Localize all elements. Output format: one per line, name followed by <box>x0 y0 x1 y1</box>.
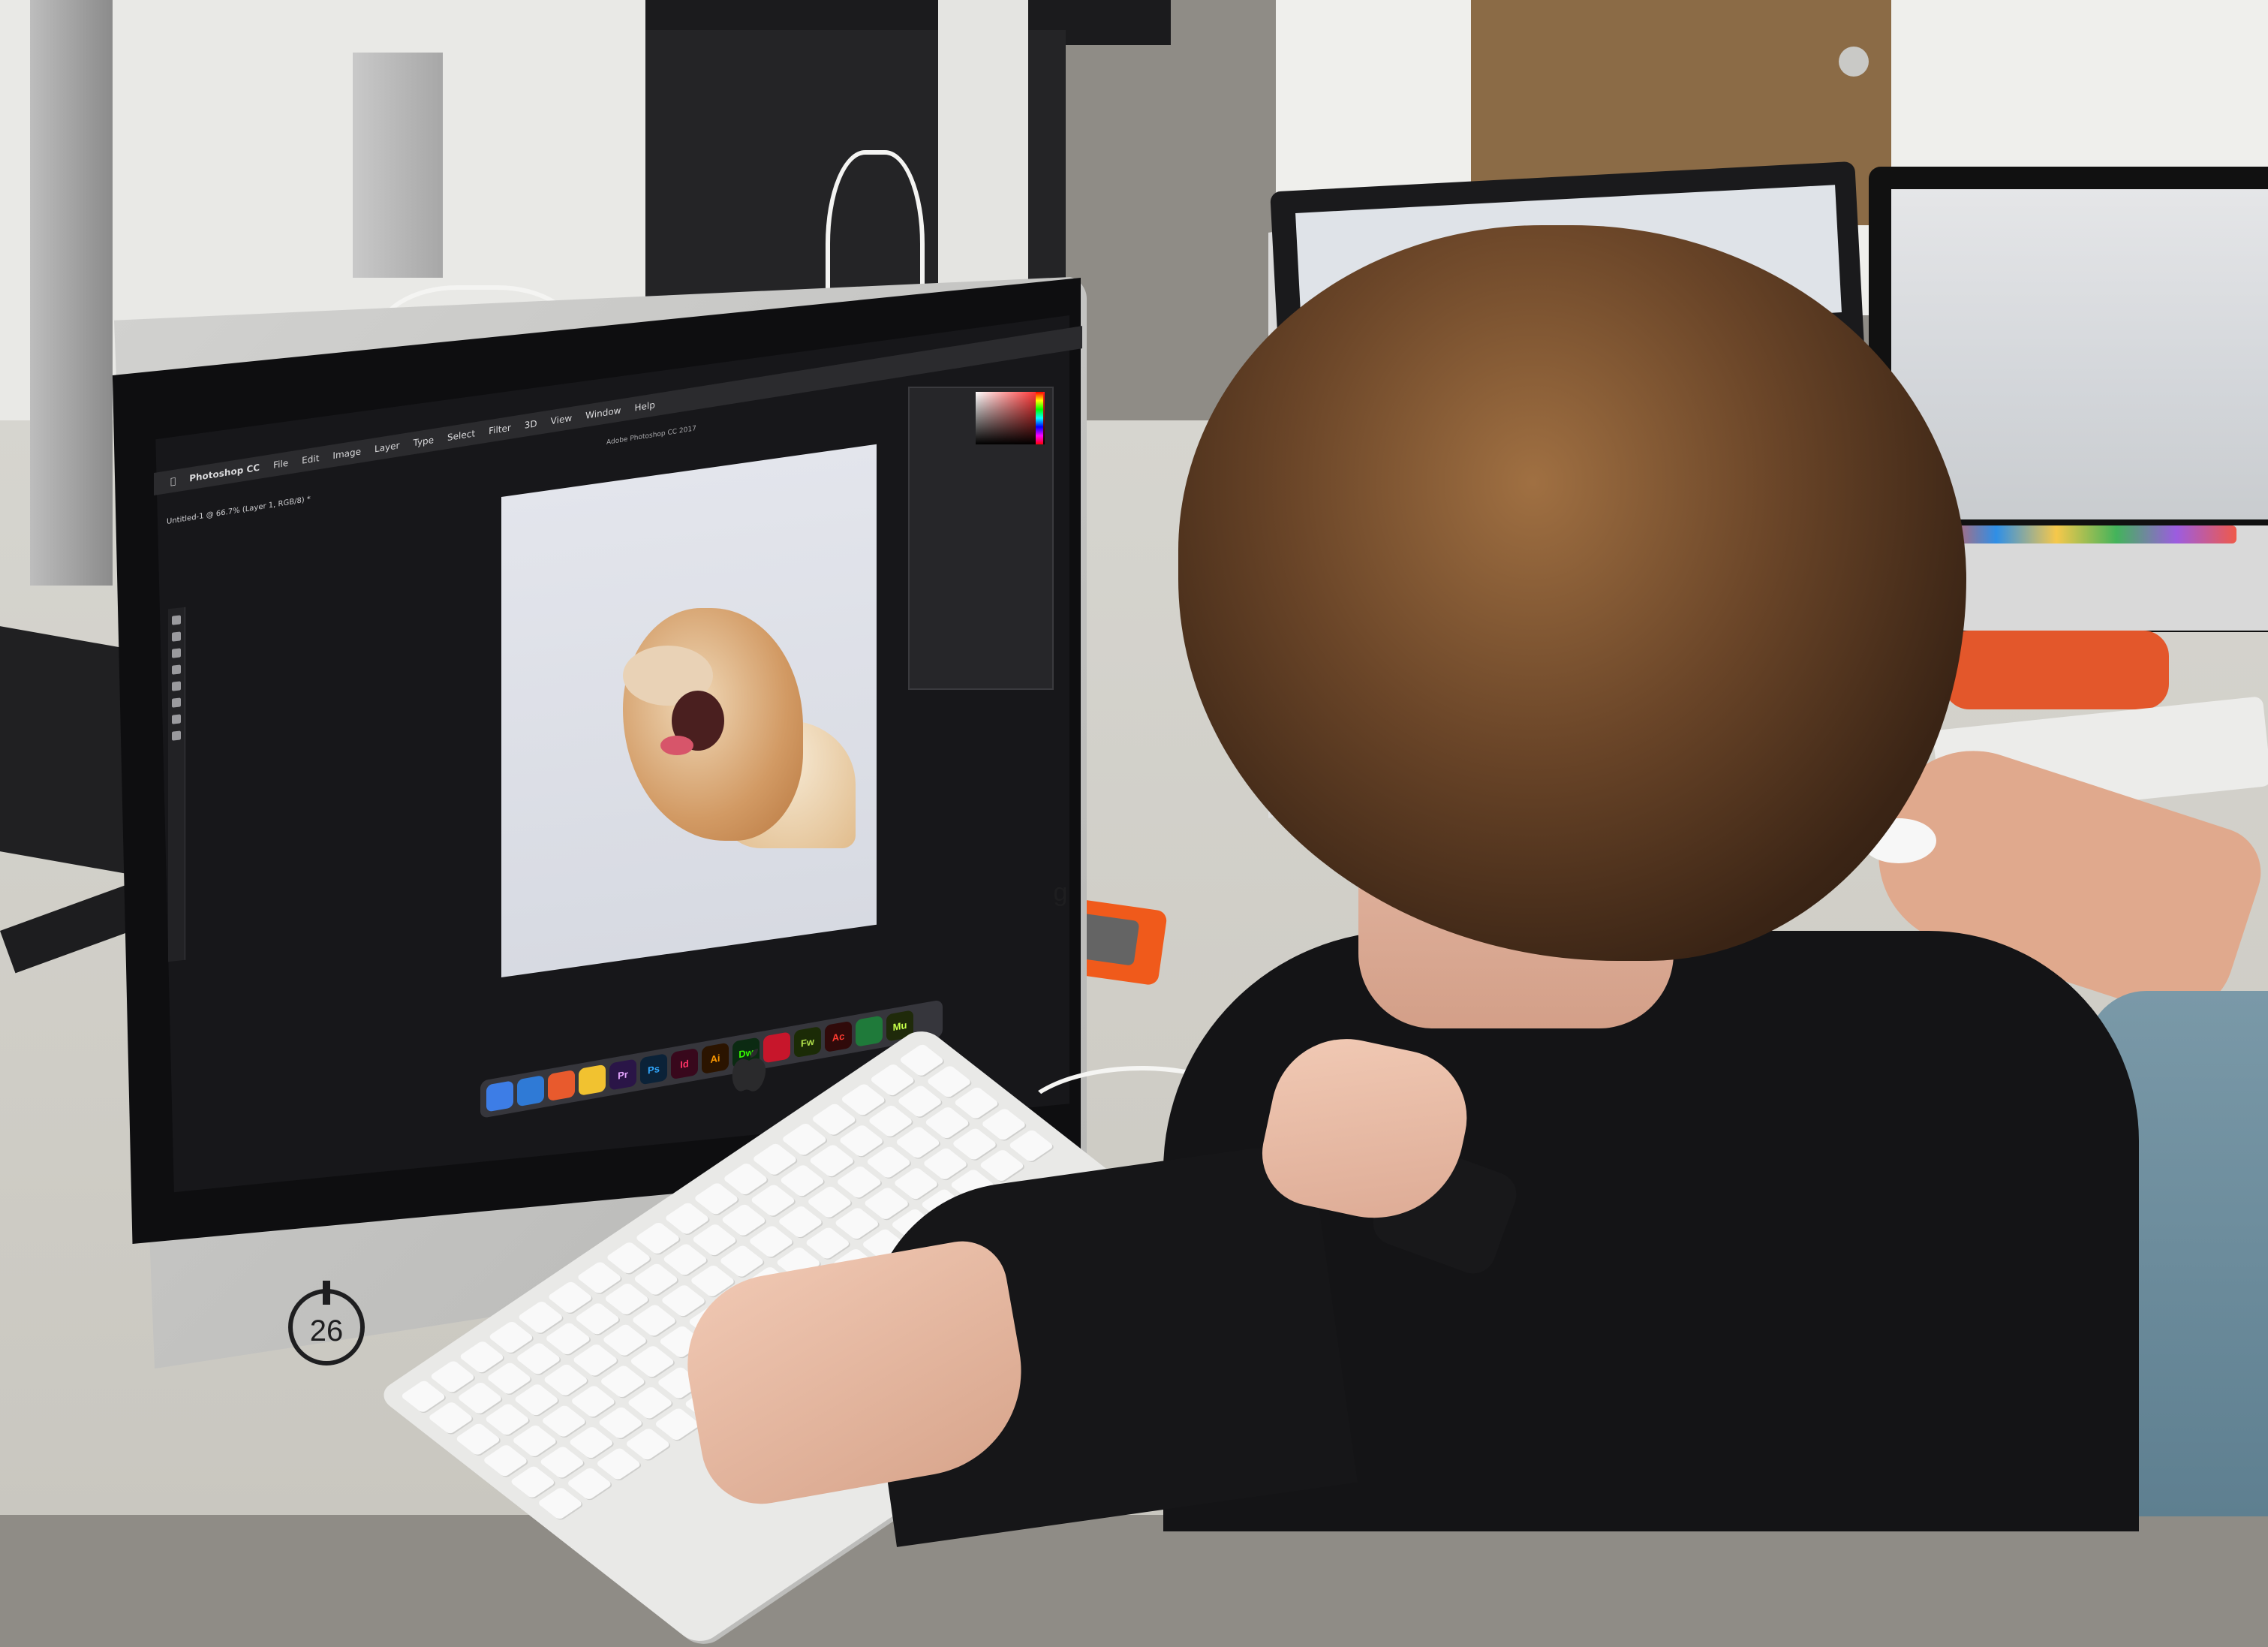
background-imac-right-screen <box>1891 189 2268 519</box>
safari-icon[interactable] <box>517 1075 544 1107</box>
acrobat-cc-icon[interactable]: Ac <box>825 1020 852 1053</box>
menu-type[interactable]: Type <box>413 435 434 448</box>
background-monitor-stand <box>353 53 443 278</box>
indesign-icon[interactable]: Id <box>671 1047 698 1080</box>
menu-view[interactable]: View <box>551 413 572 427</box>
type-tool-icon[interactable] <box>172 714 181 724</box>
background-monitor-left <box>30 0 113 586</box>
fireworks-icon[interactable]: Fw <box>794 1025 821 1058</box>
menu-3d[interactable]: 3D <box>525 418 537 431</box>
move-tool-icon[interactable] <box>172 615 181 625</box>
lasso-tool-icon[interactable] <box>172 648 181 658</box>
premiere-icon[interactable]: Pr <box>609 1058 636 1091</box>
eraser-tool-icon[interactable] <box>172 697 181 708</box>
tools-panel <box>168 607 185 962</box>
chrome-icon[interactable] <box>579 1064 606 1096</box>
illustrator-icon[interactable]: Ai <box>702 1042 729 1074</box>
photoshop-icon[interactable]: Ps <box>640 1053 667 1085</box>
finder-icon[interactable] <box>486 1080 513 1113</box>
menu-select[interactable]: Select <box>447 428 475 443</box>
apple-menu-icon[interactable]:  <box>170 475 176 486</box>
imac-side-sticker: g <box>1054 878 1068 907</box>
excel-icon[interactable] <box>856 1015 883 1047</box>
background-dock <box>1936 525 2236 543</box>
menu-edit[interactable]: Edit <box>302 453 319 466</box>
zoom-tool-icon[interactable] <box>172 730 181 741</box>
brush-tool-icon[interactable] <box>172 681 181 691</box>
menu-image[interactable]: Image <box>332 446 361 461</box>
dog-tongue <box>660 736 693 755</box>
crop-tool-icon[interactable] <box>172 664 181 675</box>
menu-file[interactable]: File <box>273 458 288 471</box>
svg-text:g: g <box>1054 878 1068 907</box>
monitor-number-badge-26: 26 <box>288 1281 365 1365</box>
hue-slider[interactable] <box>1036 392 1043 444</box>
apple-logo-icon <box>732 1049 766 1091</box>
door-knob <box>1839 47 1869 77</box>
color-picker[interactable] <box>976 392 1045 444</box>
svg-text:26: 26 <box>310 1314 344 1347</box>
menu-window[interactable]: Window <box>585 405 621 420</box>
menu-filter[interactable]: Filter <box>489 423 511 437</box>
background-keyboard-left <box>0 626 135 875</box>
firefox-icon[interactable] <box>548 1069 575 1102</box>
marquee-tool-icon[interactable] <box>172 631 181 642</box>
orange-pencil-case <box>1944 631 2169 709</box>
menu-help[interactable]: Help <box>634 399 654 413</box>
support-post <box>938 0 1028 285</box>
menu-layer[interactable]: Layer <box>374 440 399 454</box>
